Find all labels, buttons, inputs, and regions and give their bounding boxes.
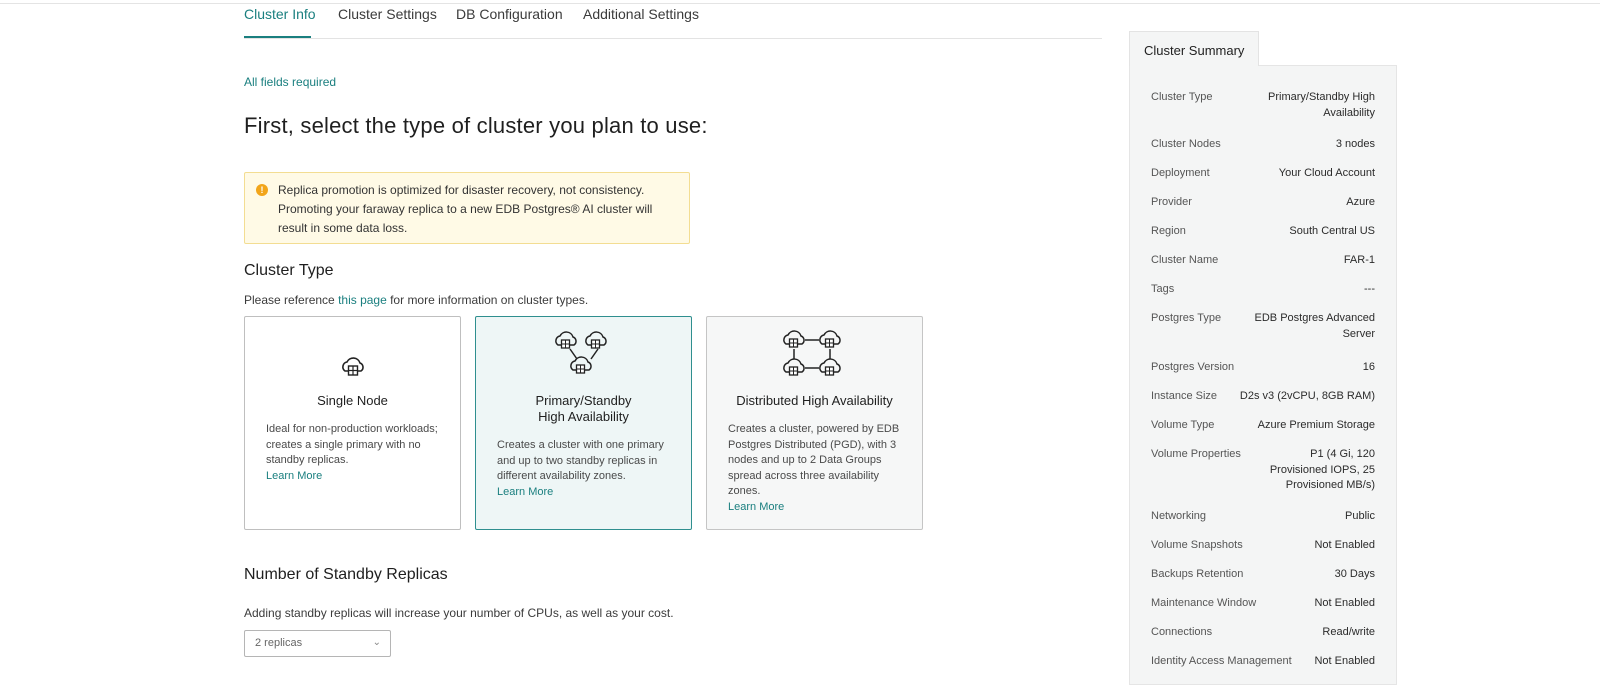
summary-label: Volume Type [1151, 419, 1215, 431]
summary-value: Azure Premium Storage [1235, 418, 1375, 434]
summary-label: Postgres Version [1151, 361, 1235, 373]
single-node-icon [245, 357, 460, 384]
tab-db-configuration[interactable]: DB Configuration [456, 6, 563, 22]
standby-replicas-title: Number of Standby Replicas [244, 566, 448, 583]
reference-prefix: Please reference [244, 293, 339, 307]
standby-replicas-select[interactable]: 2 replicas ⌄ [244, 630, 391, 657]
summary-value-line: Not Enabled [1314, 655, 1375, 667]
summary-label: Cluster Name [1151, 254, 1219, 266]
summary-label: Volume Properties [1151, 448, 1241, 460]
tab-cluster-info[interactable]: Cluster Info [244, 6, 316, 22]
summary-value-line: FAR-1 [1343, 254, 1375, 266]
cluster-type-title: Cluster Type [244, 262, 334, 279]
all-fields-required-note: All fields required [244, 75, 337, 89]
summary-value-line: South Central US [1289, 225, 1375, 237]
summary-value: Your Cloud Account [1235, 166, 1375, 182]
summary-value: South Central US [1235, 224, 1375, 240]
page-heading: First, select the type of cluster you pl… [244, 113, 708, 138]
summary-value-line: Not Enabled [1314, 597, 1375, 609]
summary-value-line: Provisioned MB/s) [1285, 479, 1375, 491]
summary-label: Postgres Type [1151, 312, 1222, 324]
this-page-link[interactable]: this page [338, 293, 387, 307]
summary-value-line: Provisioned IOPS, 25 [1269, 463, 1375, 476]
standby-replicas-description: Adding standby replicas will increase yo… [244, 606, 674, 620]
card-description: Ideal for non-production workloads; crea… [266, 423, 438, 467]
tab-cluster-settings[interactable]: Cluster Settings [338, 6, 437, 22]
summary-label: Deployment [1151, 167, 1210, 179]
distributed-ha-icon [707, 329, 922, 384]
summary-value-line: 3 nodes [1335, 138, 1375, 150]
summary-value: P1 (4 Gi, 120 Provisioned IOPS, 25 Provisi… [1235, 447, 1375, 494]
card-description: Creates a cluster, powered by EDB Postgr… [728, 423, 900, 498]
replica-warning-banner: ! Replica promotion is optimized for dis… [244, 172, 690, 244]
summary-value: 3 nodes [1235, 137, 1375, 153]
primary-standby-icon [476, 331, 691, 382]
summary-value-line: Azure [1346, 196, 1375, 208]
select-value: 2 replicas [255, 637, 303, 649]
summary-value: Read/write [1235, 625, 1375, 641]
warning-text: Replica promotion is optimized for disas… [278, 183, 653, 235]
step-tabs: Cluster Info Cluster Settings DB Configu… [244, 0, 1102, 39]
summary-value: 16 [1235, 360, 1375, 376]
card-title-line-2: High Availability [538, 409, 629, 424]
summary-value-line: Your Cloud Account [1278, 167, 1375, 179]
warning-icon: ! [256, 184, 268, 196]
summary-value: Not Enabled [1235, 596, 1375, 612]
card-title: Distributed High Availability [736, 393, 893, 408]
summary-value-line: --- [1364, 283, 1375, 295]
summary-label: Volume Snapshots [1151, 539, 1243, 551]
tab-additional-settings[interactable]: Additional Settings [583, 6, 699, 22]
summary-value: Not Enabled [1235, 538, 1375, 554]
summary-value-line: D2s v3 (2vCPU, 8GB RAM) [1239, 390, 1375, 402]
summary-value-line: Read/write [1322, 626, 1375, 638]
cluster-card-primary-standby[interactable]: Primary/Standby High Availability Create… [475, 316, 692, 530]
summary-value-line: Availability [1323, 106, 1375, 119]
summary-label: Cluster Type [1151, 91, 1213, 103]
summary-label: Connections [1151, 626, 1213, 638]
summary-value: Primary/Standby High Availability [1235, 90, 1375, 121]
summary-label: Backups Retention [1151, 568, 1244, 580]
reference-suffix: for more information on cluster types. [386, 293, 589, 307]
cluster-card-distributed-ha[interactable]: Distributed High Availability Creates a … [706, 316, 923, 530]
summary-value-line: Server [1342, 327, 1375, 340]
cluster-summary-tab[interactable]: Cluster Summary [1129, 31, 1259, 66]
card-description: Creates a cluster with one primary and u… [497, 439, 664, 483]
summary-value-line: P1 (4 Gi, 120 [1310, 448, 1375, 460]
summary-label: Region [1151, 225, 1186, 237]
summary-label: Cluster Nodes [1151, 138, 1221, 150]
summary-value-line: Primary/Standby High [1268, 91, 1375, 103]
summary-value-line: Not Enabled [1314, 539, 1375, 551]
cluster-type-reference: Please reference this page for more info… [244, 293, 588, 307]
learn-more-link[interactable]: Learn More [266, 470, 322, 482]
learn-more-link[interactable]: Learn More [728, 501, 784, 513]
summary-label: Tags [1151, 283, 1175, 295]
summary-value-line: 30 Days [1334, 568, 1375, 580]
summary-label: Provider [1151, 196, 1192, 208]
active-tab-indicator [244, 36, 311, 38]
summary-value-line: 16 [1362, 361, 1375, 373]
summary-value-line: Azure Premium Storage [1257, 419, 1375, 431]
summary-value-line: EDB Postgres Advanced [1254, 312, 1375, 324]
summary-value: Not Enabled [1235, 654, 1375, 670]
chevron-down-icon: ⌄ [372, 637, 381, 648]
summary-value: D2s v3 (2vCPU, 8GB RAM) [1235, 389, 1375, 405]
summary-label: Instance Size [1151, 390, 1218, 402]
summary-value: Azure [1235, 195, 1375, 211]
cluster-card-single-node[interactable]: Single Node Ideal for non-production wor… [244, 316, 461, 530]
card-title: Single Node [317, 393, 388, 408]
summary-value: FAR-1 [1235, 253, 1375, 269]
summary-label: Networking [1151, 510, 1207, 522]
summary-value-line: Public [1345, 510, 1375, 522]
summary-value: Public [1235, 509, 1375, 525]
card-title-line-1: Primary/Standby [535, 393, 632, 408]
summary-value: 30 Days [1235, 567, 1375, 583]
summary-tab-label: Cluster Summary [1144, 43, 1245, 58]
summary-value: EDB Postgres Advanced Server [1235, 311, 1375, 342]
summary-value: --- [1235, 282, 1375, 298]
learn-more-link[interactable]: Learn More [497, 486, 553, 498]
